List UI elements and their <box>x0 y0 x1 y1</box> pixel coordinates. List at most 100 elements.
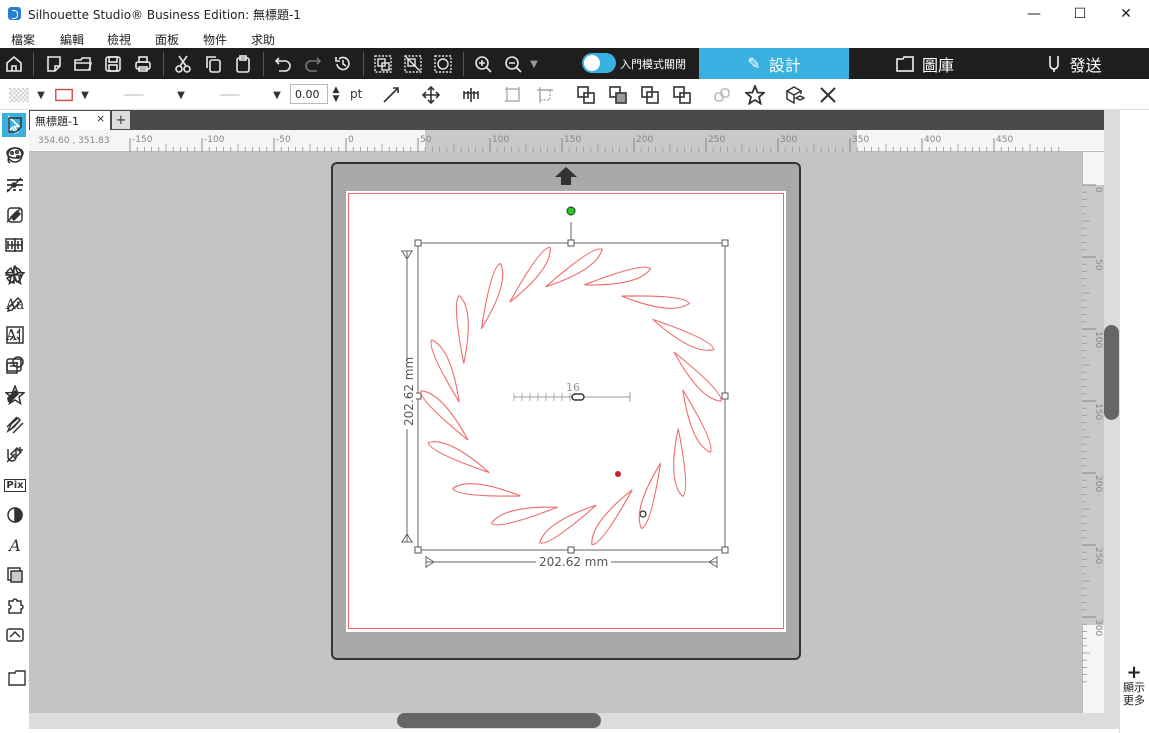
line-style-icon[interactable] <box>3 173 27 197</box>
line-width-stepper[interactable]: ▲ ▼ <box>330 84 342 106</box>
text-style-icon[interactable]: Aa <box>3 293 27 317</box>
redo-icon[interactable] <box>301 52 325 76</box>
page-setup-icon[interactable] <box>3 113 27 137</box>
spiral-petal <box>490 506 558 526</box>
menu-help[interactable]: 求助 <box>251 31 275 48</box>
tab-send-label: 發送 <box>1069 55 1102 75</box>
move-icon[interactable] <box>419 84 443 106</box>
vertical-scroll-thumb[interactable] <box>1104 325 1119 420</box>
add-tab-button[interactable]: + <box>112 111 130 129</box>
menu-bar: 檔案 編輯 檢視 面板 物件 求助 <box>0 28 1149 48</box>
crop-icon[interactable] <box>670 84 694 106</box>
cut-icon[interactable] <box>171 52 195 76</box>
library-folder-icon <box>896 55 914 72</box>
subtract-icon[interactable] <box>606 84 630 106</box>
transform-icon[interactable] <box>533 84 557 106</box>
save-icon[interactable] <box>101 52 125 76</box>
line-end-dropdown-icon[interactable]: ▼ <box>271 84 283 106</box>
ruler-tick-label: 350 <box>852 135 869 145</box>
ruler-tick-label: 300 <box>1093 619 1103 636</box>
show-more-button[interactable]: + 顯示更多 <box>1119 662 1149 708</box>
resize-handle <box>414 546 422 554</box>
minimize-button[interactable]: — <box>1011 0 1057 28</box>
intersect-icon[interactable] <box>638 84 662 106</box>
fill-pattern-swatch[interactable] <box>5 84 33 106</box>
group-icon[interactable] <box>371 52 395 76</box>
undo-icon[interactable] <box>271 52 295 76</box>
top-ruler-ticks: -150 -100 -50 0 50 100 150 200 250 300 350 400 450 <box>129 135 1060 152</box>
zoom-dropdown-icon[interactable]: ▼ <box>526 52 542 76</box>
maximize-button[interactable]: ☐ <box>1057 0 1103 28</box>
title-bar: Silhouette Studio® Business Edition: 無標題… <box>0 0 1149 28</box>
document-tab-close[interactable]: × <box>96 112 105 125</box>
replicate-icon[interactable] <box>431 52 455 76</box>
beginner-mode-label: 入門模式關閉 <box>620 58 686 71</box>
3d-box-icon[interactable] <box>782 84 808 106</box>
resize-handle <box>567 546 575 554</box>
sketch-icon[interactable]: A <box>3 533 27 557</box>
ruler-tick-label: 100 <box>492 135 509 145</box>
layers-icon[interactable] <box>3 563 27 587</box>
horizontal-scroll-thumb[interactable] <box>397 713 601 728</box>
offset-star-icon[interactable] <box>3 263 27 287</box>
break-apart-icon[interactable] <box>710 84 734 106</box>
line-color-dropdown-icon[interactable]: ▼ <box>79 84 91 106</box>
ruler-tick-label: 200 <box>1093 475 1103 492</box>
line-style-select[interactable] <box>97 84 171 106</box>
document-tab-strip <box>29 110 1104 130</box>
line-width-unit: pt <box>350 87 363 101</box>
ungroup-icon[interactable] <box>401 52 425 76</box>
fill-color-icon[interactable] <box>3 143 27 167</box>
copy-icon[interactable] <box>201 52 225 76</box>
ruler-tick-label: 250 <box>708 135 725 145</box>
line-color-swatch[interactable] <box>53 84 75 106</box>
ruler-tick-label: 0 <box>1093 187 1103 193</box>
zoom-in-icon[interactable] <box>471 52 495 76</box>
replicate-panel-icon[interactable] <box>3 353 27 377</box>
close-window-button[interactable]: ✕ <box>1103 0 1149 28</box>
send-panel-icon[interactable] <box>3 623 27 647</box>
spiral-petal <box>509 246 551 303</box>
home-icon[interactable] <box>2 52 26 76</box>
add-cut-icon[interactable] <box>3 443 27 467</box>
star-shape-icon[interactable] <box>742 84 768 106</box>
line-tool-icon[interactable] <box>379 84 403 106</box>
align-panel-icon[interactable] <box>3 233 27 257</box>
design-pencil-icon: ✎ <box>747 54 761 73</box>
fill-pattern-icon[interactable] <box>3 203 27 227</box>
align-icon[interactable] <box>459 84 483 106</box>
transform-panel-icon[interactable] <box>3 323 27 347</box>
menu-edit[interactable]: 編輯 <box>60 31 84 48</box>
tab-design[interactable]: ✎ 設計 <box>699 48 849 79</box>
ruler-tick-label: 50 <box>1093 259 1103 271</box>
open-folder-icon[interactable] <box>71 52 95 76</box>
weld-icon[interactable] <box>574 84 598 106</box>
fill-dropdown-icon[interactable]: ▼ <box>35 84 47 106</box>
new-document-icon[interactable] <box>42 52 66 76</box>
print-icon[interactable] <box>131 52 155 76</box>
resize-icon[interactable] <box>501 84 525 106</box>
line-style-dropdown-icon[interactable]: ▼ <box>175 84 187 106</box>
paste-icon[interactable] <box>231 52 255 76</box>
beginner-mode-toggle[interactable] <box>582 53 616 73</box>
puzzle-icon[interactable] <box>3 593 27 617</box>
plus-icon: + <box>1126 662 1142 683</box>
hatch-icon[interactable] <box>3 413 27 437</box>
resize-handle <box>721 546 729 554</box>
line-width-input[interactable]: 0.00 <box>290 84 328 104</box>
star-panel-icon[interactable] <box>3 383 27 407</box>
spiral-petal <box>420 390 469 441</box>
spiral-petal <box>638 462 662 530</box>
close-properties-icon[interactable] <box>816 84 840 106</box>
zoom-out-icon[interactable] <box>501 52 525 76</box>
menu-view[interactable]: 檢視 <box>107 31 131 48</box>
tab-send[interactable]: 發送 <box>1000 48 1149 79</box>
menu-panels[interactable]: 面板 <box>155 31 179 48</box>
line-end-select[interactable] <box>193 84 267 106</box>
history-icon[interactable] <box>331 52 355 76</box>
tab-library[interactable]: 圖庫 <box>850 48 1000 79</box>
contrast-icon[interactable] <box>3 503 27 527</box>
menu-object[interactable]: 物件 <box>203 31 227 48</box>
menu-file[interactable]: 檔案 <box>11 31 35 48</box>
pix-trace-icon[interactable]: Pix <box>3 473 27 497</box>
